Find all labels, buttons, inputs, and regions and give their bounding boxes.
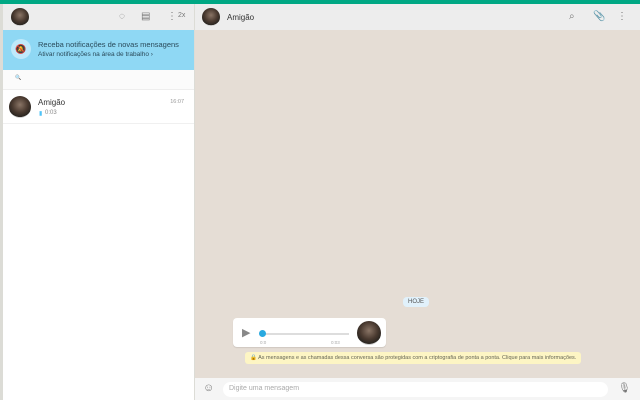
audio-seek-handle[interactable]	[259, 330, 266, 337]
audio-seek-bar[interactable]	[261, 333, 349, 335]
mic-icon[interactable]: 🎙	[618, 383, 631, 394]
contact-avatar[interactable]	[202, 8, 220, 26]
banner-title: Receba notificações de novas mensagens	[38, 40, 179, 49]
status-icon[interactable]: ◌	[119, 11, 125, 22]
search-input[interactable]: 🔍	[3, 70, 194, 90]
composer: ☺ Digite uma mensagem 🎙	[195, 378, 640, 400]
sender-avatar	[357, 321, 381, 345]
audio-message: ▶ 0:0 0:03	[233, 318, 386, 347]
encryption-notice[interactable]: 🔒 As mensagens e as chamadas dessa conve…	[245, 352, 582, 364]
chat-time: 16:07	[170, 99, 184, 105]
bell-off-icon: 🔕	[11, 39, 31, 59]
day-label: HOJE	[403, 297, 430, 307]
emoji-icon[interactable]: ☺	[203, 382, 214, 394]
audio-elapsed: 0:0	[260, 340, 267, 345]
conversation-panel: Amigão ⌕ 📎 ⋮ HOJE ▶ 0:0 0:03 🔒 As mensag…	[195, 4, 640, 400]
speed-button[interactable]: 2x	[178, 12, 185, 19]
notification-banner[interactable]: 🔕 Receba notificações de novas mensagens…	[3, 30, 194, 70]
search-icon: 🔍	[15, 75, 22, 81]
menu-icon[interactable]: ⋮	[617, 11, 627, 22]
sidebar-header: ◌ ▤ ⋮ 2x	[3, 4, 194, 30]
mic-icon: ▮	[39, 111, 43, 117]
chat-list-item[interactable]: Amigão 16:07 ▮ 0:03	[3, 92, 194, 124]
contact-name: Amigão	[227, 13, 255, 22]
chat-name: Amigão	[38, 98, 66, 107]
sidebar: ◌ ▤ ⋮ 2x 🔕 Receba notificações de novas …	[3, 4, 194, 400]
conversation-header[interactable]: Amigão ⌕ 📎 ⋮	[195, 4, 640, 30]
search-icon[interactable]: ⌕	[569, 11, 575, 22]
menu-icon[interactable]: ⋮	[167, 11, 177, 22]
attach-icon[interactable]: 📎	[593, 11, 605, 22]
chat-preview: 0:03	[45, 110, 57, 116]
contact-avatar	[9, 96, 31, 118]
message-input[interactable]: Digite uma mensagem	[223, 382, 608, 397]
play-button[interactable]: ▶	[242, 326, 250, 339]
profile-avatar[interactable]	[11, 8, 29, 26]
enable-notifications-link[interactable]: Ativar notificações na área de trabalho …	[38, 51, 153, 58]
new-chat-icon[interactable]: ▤	[141, 11, 150, 22]
audio-duration: 0:03	[331, 340, 340, 345]
